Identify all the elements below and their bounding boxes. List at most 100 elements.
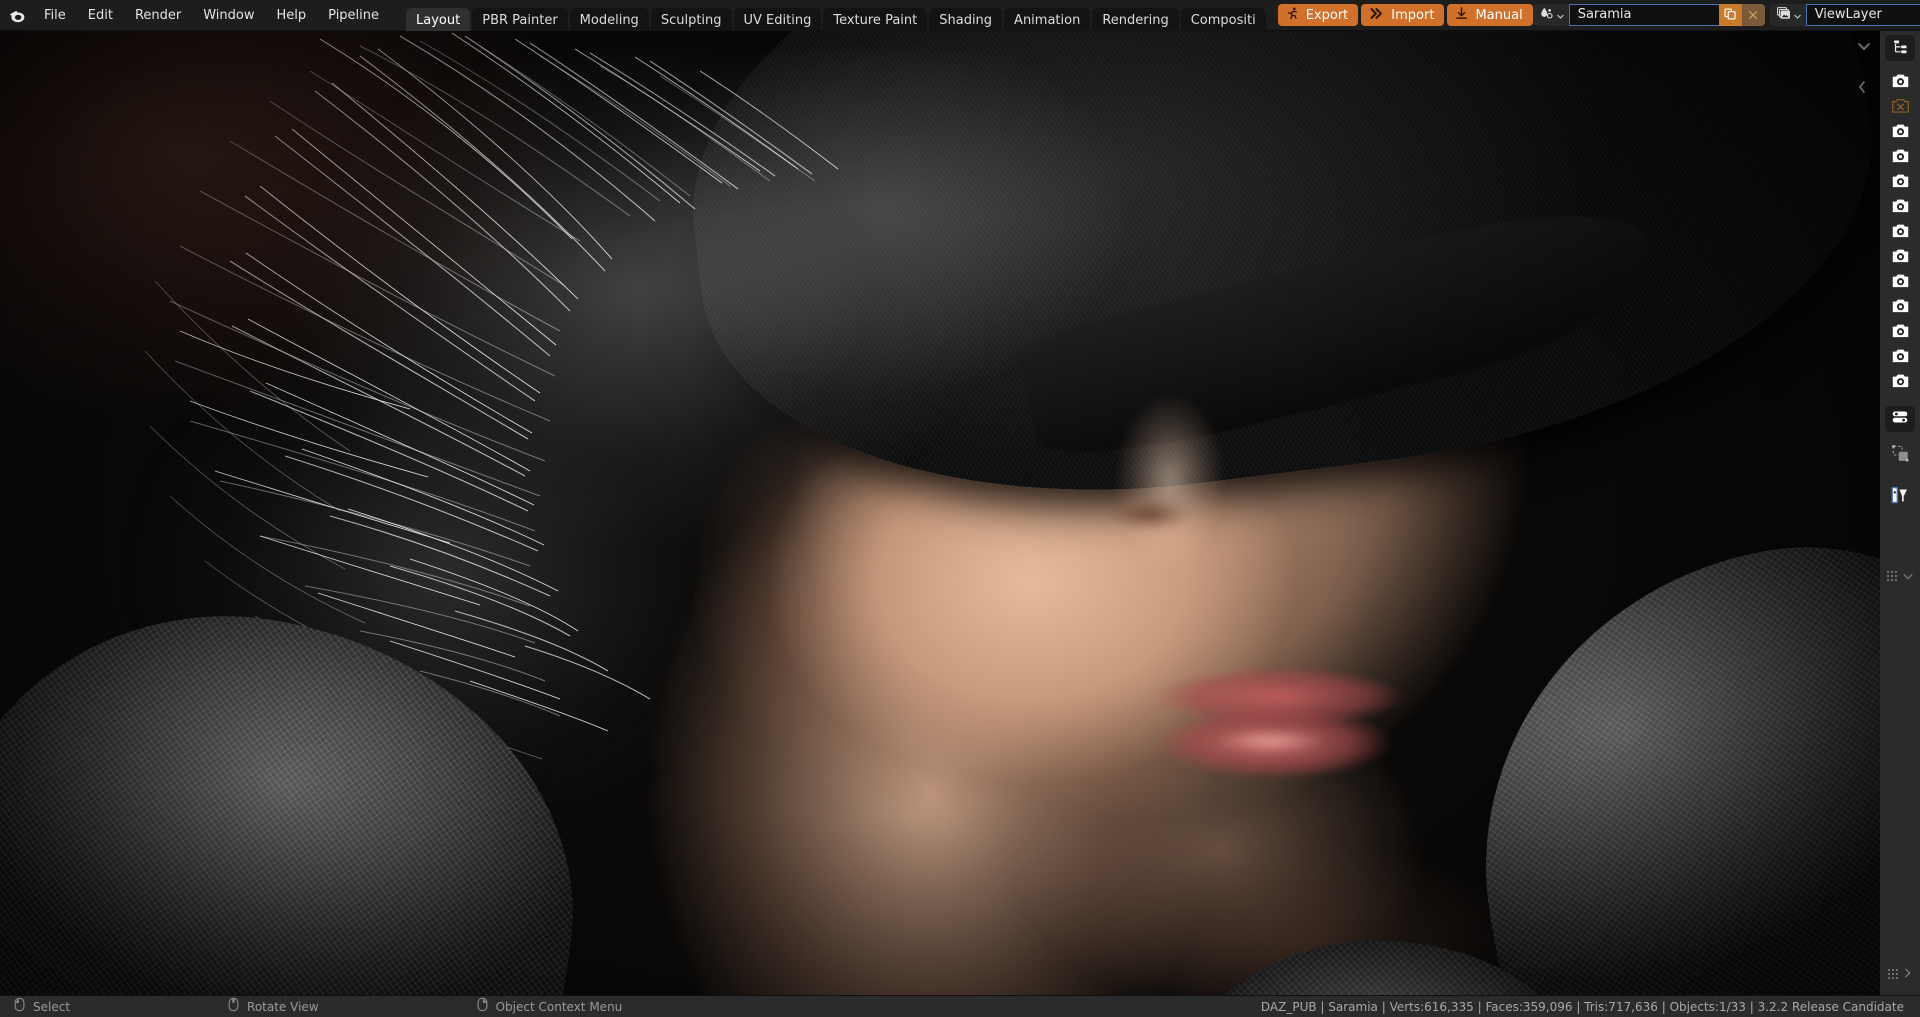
chevron-right-icon xyxy=(1903,964,1912,983)
camera-icon xyxy=(1891,347,1910,368)
import-button[interactable]: Import xyxy=(1361,4,1445,26)
manual-label: Manual xyxy=(1475,7,1523,23)
camera-icon xyxy=(1891,297,1910,318)
pipeline-toolbar: Export Import Manual xyxy=(1277,0,1533,30)
export-label: Export xyxy=(1305,7,1349,23)
download-arrow-icon xyxy=(1454,6,1469,25)
view-layer-icon xyxy=(1776,6,1791,25)
status-hint-object-context-menu-label: Object Context Menu xyxy=(495,999,623,1014)
menu-item-file[interactable]: File xyxy=(33,0,77,31)
scene-data-icon xyxy=(1539,6,1554,25)
editor-icon-rail xyxy=(1880,31,1920,995)
camera-icon xyxy=(1891,72,1910,93)
transform-gizmo-icon xyxy=(1891,444,1910,467)
outliner-icon xyxy=(1892,38,1909,59)
x-icon xyxy=(1747,6,1759,25)
camera-icon-button-7[interactable] xyxy=(1886,245,1914,270)
status-bar: Select Rotate View Object Context Menu D… xyxy=(0,995,1920,1017)
camera-icon-button-5[interactable] xyxy=(1886,195,1914,220)
camera-icon xyxy=(1891,222,1910,243)
scene-name-input[interactable]: Saramia xyxy=(1568,4,1719,26)
status-hint-rotate-view: Rotate View xyxy=(228,997,319,1016)
scene-selector: Saramia xyxy=(1532,4,1765,26)
grip-dots-icon xyxy=(1886,570,1897,581)
menu-item-help[interactable]: Help xyxy=(266,0,318,31)
status-hint-rotate-view-label: Rotate View xyxy=(247,999,319,1014)
camera-icon-button-6[interactable] xyxy=(1886,220,1914,245)
chevrons-right-icon xyxy=(1368,6,1385,25)
tool-active-icon xyxy=(1890,486,1911,509)
duplicate-icon xyxy=(1723,6,1737,25)
camera-icon xyxy=(1891,172,1910,193)
scene-duplicate-button[interactable] xyxy=(1718,4,1742,26)
status-hint-object-context-menu: Object Context Menu xyxy=(477,997,623,1016)
menu-item-pipeline[interactable]: Pipeline xyxy=(317,0,390,31)
grip-dots-icon xyxy=(1888,968,1898,979)
workspace-tab-modeling[interactable]: Modeling xyxy=(569,8,649,33)
workspace-tab-pbr-painter[interactable]: PBR Painter xyxy=(472,8,568,33)
mouse-middle-icon xyxy=(228,997,239,1016)
rail-grip-handle-lower[interactable] xyxy=(1888,964,1912,983)
camera-icon xyxy=(1891,147,1910,168)
mouse-left-icon xyxy=(14,997,25,1016)
topbar-right-group: Saramia ViewLayer xyxy=(1532,0,1920,30)
workspace-tabs: Layout PBR Painter Modeling Sculpting UV… xyxy=(406,0,1268,33)
camera-icon xyxy=(1891,372,1910,393)
workspace-tab-shading[interactable]: Shading xyxy=(929,8,1003,33)
workspace-tab-compositing[interactable]: Compositi xyxy=(1180,8,1266,33)
mouse-right-icon xyxy=(477,997,488,1016)
status-hint-select-label: Select xyxy=(33,999,71,1014)
scene-delete-button[interactable] xyxy=(1741,4,1765,26)
blender-logo-icon[interactable] xyxy=(0,0,27,30)
camera-icon xyxy=(1891,122,1910,143)
3d-viewport[interactable] xyxy=(0,31,1920,995)
transform-gizmo-icon-button[interactable] xyxy=(1886,443,1914,468)
export-button[interactable]: Export xyxy=(1277,4,1359,26)
chevron-down-icon xyxy=(1793,6,1802,25)
camera-icon xyxy=(1891,322,1910,343)
scene-data-icon-button[interactable] xyxy=(1532,4,1569,26)
workspace-tab-texture-paint[interactable]: Texture Paint xyxy=(823,8,928,33)
camera-icon-button-4[interactable] xyxy=(1886,170,1914,195)
workspace-tab-animation[interactable]: Animation xyxy=(1004,8,1091,33)
menu-item-render[interactable]: Render xyxy=(124,0,192,31)
runner-icon xyxy=(1285,6,1300,25)
camera-icon-button-3[interactable] xyxy=(1886,145,1914,170)
tool-active-icon-button[interactable] xyxy=(1886,485,1914,510)
camera-icon-button-1[interactable] xyxy=(1886,70,1914,95)
camera-icon-button-8[interactable] xyxy=(1886,270,1914,295)
status-hint-select: Select xyxy=(14,997,70,1016)
camera-disabled-icon-button[interactable] xyxy=(1886,95,1914,120)
workspace-tab-rendering[interactable]: Rendering xyxy=(1092,8,1179,33)
camera-icon xyxy=(1891,197,1910,218)
properties-sliders-icon-button[interactable] xyxy=(1885,406,1915,432)
outliner-icon-button[interactable] xyxy=(1885,35,1915,61)
manual-button[interactable]: Manual xyxy=(1447,4,1533,26)
rendered-preview-image xyxy=(0,31,1920,995)
camera-icon-button-12[interactable] xyxy=(1886,370,1914,395)
rail-grip-handle-upper[interactable] xyxy=(1886,566,1914,585)
workspace-tab-uv-editing[interactable]: UV Editing xyxy=(733,8,822,33)
camera-icon-button-2[interactable] xyxy=(1886,120,1914,145)
camera-icon-button-10[interactable] xyxy=(1886,320,1914,345)
properties-sliders-icon xyxy=(1891,409,1909,429)
main-menu: File Edit Render Window Help Pipeline xyxy=(27,0,390,30)
camera-icon-button-11[interactable] xyxy=(1886,345,1914,370)
chevron-down-icon xyxy=(1902,566,1914,585)
camera-icon xyxy=(1891,247,1910,268)
viewlayer-icon-button[interactable] xyxy=(1769,4,1806,26)
menu-item-window[interactable]: Window xyxy=(192,0,265,31)
viewport-collapse-down-icon[interactable] xyxy=(1856,37,1872,56)
viewlayer-selector: ViewLayer xyxy=(1769,4,1920,26)
camera-icon xyxy=(1891,272,1910,293)
chevron-down-icon xyxy=(1556,6,1565,25)
viewlayer-name-input[interactable]: ViewLayer xyxy=(1805,4,1920,26)
camera-icon-button-9[interactable] xyxy=(1886,295,1914,320)
workspace-tab-layout[interactable]: Layout xyxy=(406,8,471,33)
viewport-collapse-left-icon[interactable] xyxy=(1856,79,1868,99)
scene-statistics: DAZ_PUB | Saramia | Verts:616,335 | Face… xyxy=(1260,999,1904,1014)
top-bar: File Edit Render Window Help Pipeline La… xyxy=(0,0,1920,33)
import-label: Import xyxy=(1391,7,1435,23)
workspace-tab-sculpting[interactable]: Sculpting xyxy=(650,8,732,33)
menu-item-edit[interactable]: Edit xyxy=(77,0,124,31)
